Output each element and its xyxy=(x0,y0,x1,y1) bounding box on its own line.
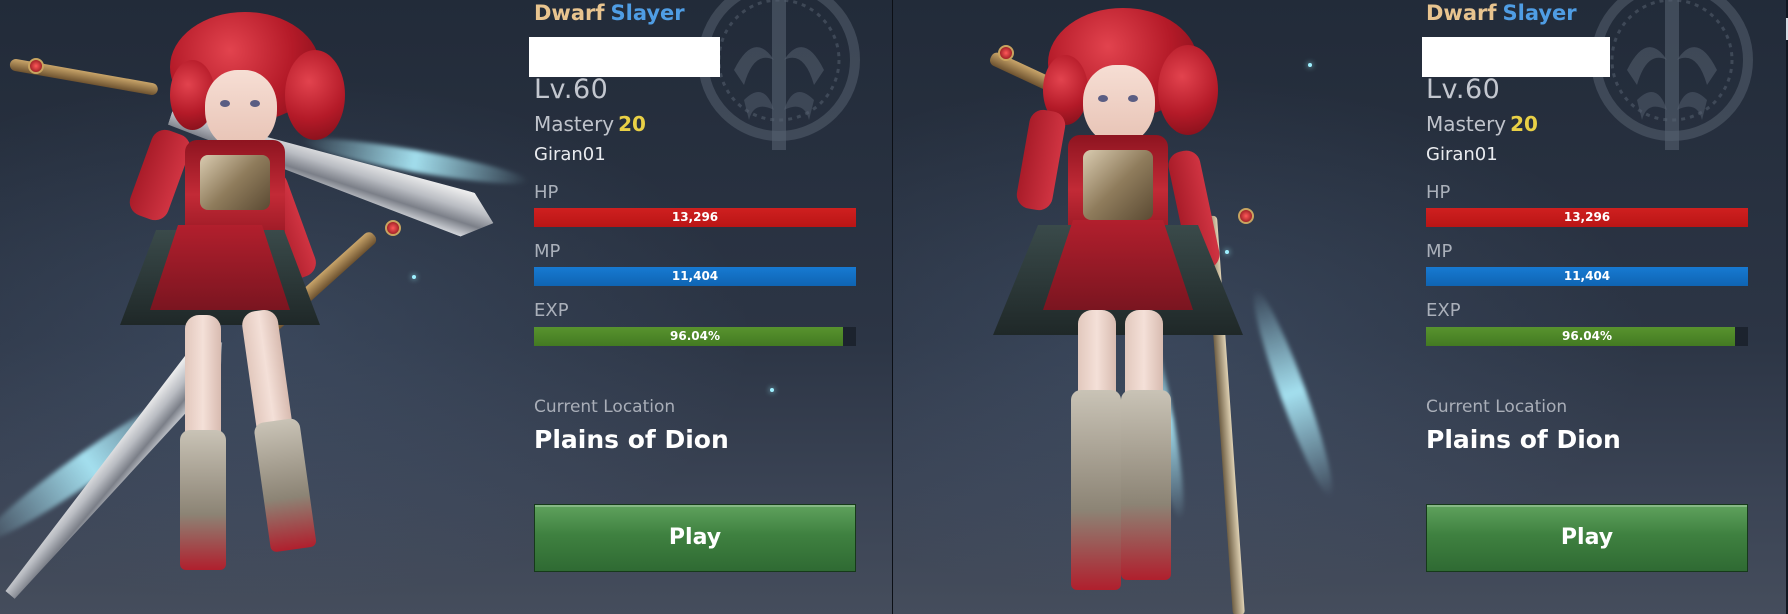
mp-bar: 11,404 xyxy=(1426,267,1748,286)
character-face xyxy=(1083,65,1155,145)
mastery-label: Mastery xyxy=(534,112,615,136)
character-panel-left: Dwarf Slayer Lv.60 Mastery 20 Giran01 HP 1… xyxy=(0,0,892,614)
current-location-label: Current Location xyxy=(1426,397,1568,417)
race-class-title: Dwarf Slayer xyxy=(534,0,685,26)
exp-bar: 96.04% xyxy=(534,327,856,346)
character-boot xyxy=(1121,390,1171,580)
race-class-title: Dwarf Slayer xyxy=(1426,0,1577,26)
character-boot xyxy=(253,417,317,553)
mastery-value: 20 xyxy=(618,112,646,136)
character-compare-view: Dwarf Slayer Lv.60 Mastery 20 Giran01 HP 1… xyxy=(0,0,1788,614)
character-face xyxy=(205,70,277,150)
character-eye xyxy=(1098,95,1108,102)
character-boot xyxy=(1071,390,1121,590)
hp-label: HP xyxy=(1426,182,1451,203)
play-button[interactable]: Play xyxy=(534,504,856,572)
character-name-redacted xyxy=(529,37,720,77)
server-name: Giran01 xyxy=(534,144,606,165)
exp-value: 96.04% xyxy=(670,329,720,343)
mp-label: MP xyxy=(534,241,561,262)
current-location-label: Current Location xyxy=(534,397,676,417)
hp-label: HP xyxy=(534,182,559,203)
server-name: Giran01 xyxy=(1426,144,1498,165)
current-location-value: Plains of Dion xyxy=(534,425,729,454)
exp-bar: 96.04% xyxy=(1426,327,1748,346)
mp-value: 11,404 xyxy=(1563,269,1611,283)
mastery-row: Mastery 20 xyxy=(1426,112,1538,136)
hp-bar: 13,296 xyxy=(1426,208,1748,227)
class-label: Slayer xyxy=(610,1,685,25)
weapon-gem xyxy=(998,45,1014,61)
weapon-gem xyxy=(1238,208,1254,224)
exp-label: EXP xyxy=(534,300,569,321)
character-arm xyxy=(1014,107,1068,213)
character-model-image xyxy=(893,0,1413,614)
character-info: Dwarf Slayer Lv.60 Mastery 20 Giran01 HP 1… xyxy=(529,0,874,614)
mastery-row: Mastery 20 xyxy=(534,112,646,136)
mp-value: 11,404 xyxy=(671,269,719,283)
character-hair-curl xyxy=(1158,45,1218,135)
exp-label: EXP xyxy=(1426,300,1461,321)
level-label: Lv.60 xyxy=(1426,74,1501,105)
character-model-image xyxy=(0,0,520,614)
hp-bar: 13,296 xyxy=(534,208,856,227)
character-eye xyxy=(220,100,230,107)
mp-label: MP xyxy=(1426,241,1453,262)
hp-value: 13,296 xyxy=(1563,210,1611,224)
character-info: Dwarf Slayer Lv.60 Mastery 20 Giran01 HP 1… xyxy=(1422,0,1766,614)
current-location-value: Plains of Dion xyxy=(1426,425,1621,454)
character-hair-curl xyxy=(285,50,345,140)
hp-value: 13,296 xyxy=(671,210,719,224)
exp-value: 96.04% xyxy=(1562,329,1612,343)
character-name-redacted xyxy=(1422,37,1610,77)
race-label: Dwarf xyxy=(534,1,605,25)
character-eye xyxy=(1128,95,1138,102)
mp-bar: 11,404 xyxy=(534,267,856,286)
character-armor xyxy=(1083,150,1153,220)
weapon-gem xyxy=(385,220,401,236)
mastery-value: 20 xyxy=(1510,112,1538,136)
character-eye xyxy=(250,100,260,107)
weapon-gem xyxy=(28,58,44,74)
race-label: Dwarf xyxy=(1426,1,1497,25)
character-armor xyxy=(200,155,270,210)
character-arm xyxy=(125,125,195,225)
class-label: Slayer xyxy=(1502,1,1577,25)
play-button[interactable]: Play xyxy=(1426,504,1748,572)
mastery-label: Mastery xyxy=(1426,112,1507,136)
level-label: Lv.60 xyxy=(534,74,609,105)
character-panel-right: Dwarf Slayer Lv.60 Mastery 20 Giran01 HP 1… xyxy=(893,0,1788,614)
character-boot xyxy=(180,430,226,570)
